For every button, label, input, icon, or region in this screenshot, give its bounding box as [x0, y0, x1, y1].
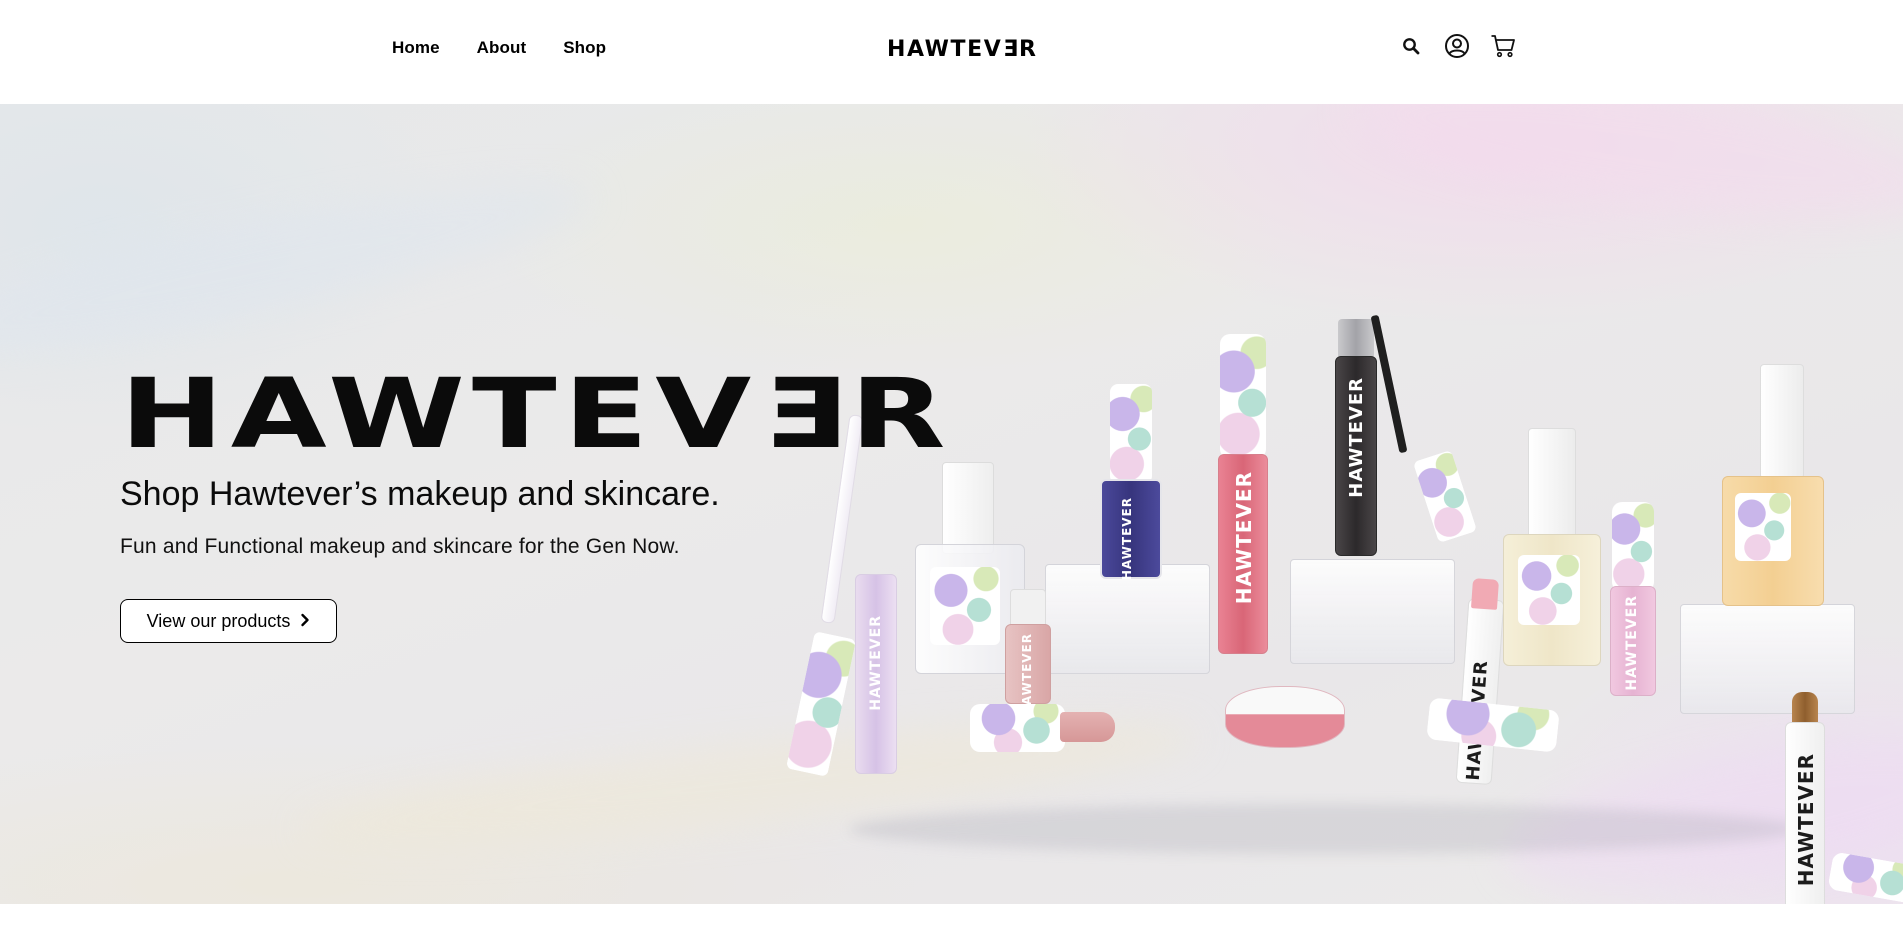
lip-balm-stick: HAWTEVER	[1455, 597, 1505, 786]
mascara-handle	[1412, 449, 1478, 544]
blush-compact	[1225, 686, 1345, 748]
bottle-label-pattern	[1735, 493, 1791, 561]
display-cube	[1045, 564, 1210, 674]
nav-home-link[interactable]: Home	[392, 38, 440, 58]
cart-icon[interactable]	[1490, 33, 1516, 59]
hero-logo-reversed-letter: E	[758, 358, 850, 471]
product-shadow	[850, 804, 1800, 854]
product-lineup-image: HAWTEVER HAWTEVER HAWTEVER HAWTEVER HAWT…	[760, 244, 1903, 904]
lipstick-bullet	[1060, 712, 1115, 742]
background-wave	[1345, 104, 1903, 246]
bottle-cap	[1612, 502, 1654, 592]
mascara-cap	[1338, 319, 1374, 359]
lying-lipstick	[1827, 851, 1903, 904]
page-bottom	[0, 904, 1903, 950]
pump-cap	[942, 462, 994, 554]
hero-brand-logo: HAWTEVER	[120, 358, 952, 471]
display-cube	[1290, 559, 1455, 664]
header-icons	[1398, 33, 1516, 59]
view-products-button[interactable]: View our products	[120, 599, 337, 643]
product-label: HAWTEVER	[868, 615, 884, 711]
display-cube	[1680, 604, 1855, 714]
hero-headline: Shop Hawtever’s makeup and skincare.	[120, 475, 720, 513]
logo-suffix: R	[1019, 37, 1038, 62]
bottle-label-pattern	[930, 567, 1000, 645]
liquid-lipstick-cap	[1220, 334, 1266, 459]
hero-banner: HAWTEVER HAWTEVER HAWTEVER HAWTEVER HAWT…	[0, 104, 1903, 904]
lipstick-case	[970, 704, 1065, 752]
logo-reversed-letter: E	[1002, 37, 1020, 62]
nail-polish-bottle: HAWTEVER	[1100, 479, 1162, 581]
nav-shop-link[interactable]: Shop	[563, 38, 606, 58]
liquid-lipstick: HAWTEVER	[1218, 454, 1268, 654]
hero-logo-prefix: HAWTEV	[120, 358, 759, 471]
lip-gloss-tube: HAWTEVER	[855, 574, 897, 774]
bottle-cap	[1010, 589, 1046, 629]
hero-subheadline: Fun and Functional makeup and skincare f…	[120, 535, 680, 558]
product-label: HAWTEVER	[1346, 377, 1367, 498]
logo-prefix: HAWTEV	[887, 37, 1003, 62]
product-label: HAWTEVER	[1794, 753, 1818, 887]
pink-serum-bottle: HAWTEVER	[1610, 586, 1656, 696]
bottle-label-pattern	[1518, 555, 1580, 625]
account-icon[interactable]	[1444, 33, 1470, 59]
lying-lipstick	[1426, 697, 1560, 753]
header-logo[interactable]: HAWTEVER	[887, 37, 1038, 62]
site-header: Home About Shop HAWTEVER	[0, 0, 1903, 104]
main-nav: Home About Shop	[392, 38, 606, 58]
product-label: HAWTEVER	[1624, 595, 1640, 691]
product-label: HAWTEVER	[1232, 471, 1256, 605]
chevron-right-icon	[300, 611, 310, 632]
bronzer-stick: HAWTEVER	[1785, 722, 1825, 904]
pump-cap	[1760, 364, 1804, 479]
hero-logo-suffix: R	[849, 358, 953, 471]
pink-lip-bottle: HAWTEVER	[1005, 624, 1051, 716]
search-icon[interactable]	[1398, 33, 1424, 59]
foundation-bottle	[1503, 534, 1601, 666]
balm-tip	[1470, 578, 1500, 610]
peach-bottle	[1722, 476, 1824, 606]
nav-about-link[interactable]: About	[477, 38, 527, 58]
background-wave	[0, 152, 602, 386]
mascara-tube: HAWTEVER	[1335, 356, 1377, 556]
pump-cap	[1528, 428, 1576, 538]
product-label: HAWTEVER	[1120, 497, 1134, 581]
nail-polish-cap	[1110, 384, 1152, 484]
lip-gloss-wand	[785, 631, 857, 777]
view-products-label: View our products	[146, 610, 291, 631]
